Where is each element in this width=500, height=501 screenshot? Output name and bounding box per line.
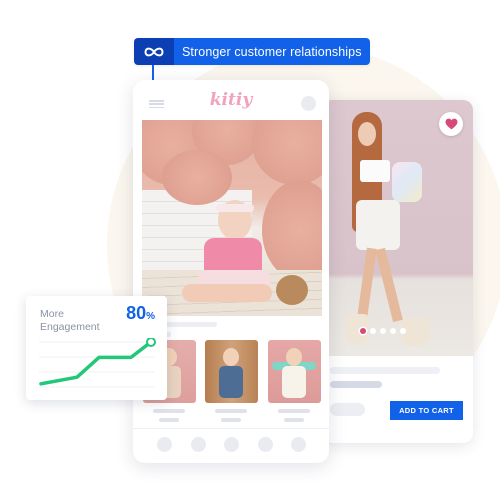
divider	[133, 428, 329, 429]
engagement-value: 80%	[126, 303, 155, 323]
thumbnail-caption-placeholder	[221, 418, 241, 422]
engagement-label: More Engagement	[40, 308, 100, 333]
product-title-placeholder	[330, 367, 440, 374]
backpack	[392, 162, 422, 202]
product-subtitle-placeholder	[330, 381, 382, 388]
teddy-bear	[276, 275, 308, 305]
bottom-nav-item[interactable]	[291, 437, 306, 452]
trend-endpoint	[146, 338, 156, 347]
brand-logo: kitiy	[209, 90, 253, 110]
avatar[interactable]	[301, 96, 316, 111]
carousel-dot[interactable]	[380, 328, 386, 334]
add-to-cart-button[interactable]: ADD TO CART	[390, 401, 463, 420]
carousel-dots	[360, 328, 406, 334]
engagement-card: More Engagement 80%	[26, 296, 167, 400]
feature-banner: Stronger customer relationships	[134, 38, 370, 65]
bottom-nav-item[interactable]	[191, 437, 206, 452]
phone-mockup: kitiy	[133, 80, 329, 463]
product-card: ADD TO CART	[322, 100, 473, 443]
thumbnail-caption-placeholder	[215, 409, 247, 413]
heart-icon	[445, 118, 457, 130]
hero-image[interactable]	[142, 120, 322, 316]
thumbnail-caption-placeholder	[284, 418, 304, 422]
bottom-nav-item[interactable]	[258, 437, 273, 452]
infinity-icon	[134, 38, 174, 65]
carousel-dot[interactable]	[400, 328, 406, 334]
engagement-trend-chart	[39, 338, 156, 388]
carousel-dot-active[interactable]	[360, 328, 366, 334]
banner-connector-line	[152, 65, 154, 81]
carousel-dot[interactable]	[370, 328, 376, 334]
product-thumbnail[interactable]	[205, 340, 258, 403]
product-thumbnail[interactable]	[268, 340, 321, 403]
thumbnail-caption-placeholder	[278, 409, 310, 413]
favorite-button[interactable]	[439, 112, 463, 136]
price-placeholder	[330, 403, 365, 416]
banner-text: Stronger customer relationships	[174, 38, 370, 65]
product-image[interactable]	[322, 100, 473, 356]
bottom-nav-item[interactable]	[157, 437, 172, 452]
carousel-dot[interactable]	[390, 328, 396, 334]
thumbnail-caption-placeholder	[153, 409, 185, 413]
trend-line	[39, 340, 153, 386]
bottom-nav-item[interactable]	[224, 437, 239, 452]
thumbnail-caption-placeholder	[159, 418, 179, 422]
